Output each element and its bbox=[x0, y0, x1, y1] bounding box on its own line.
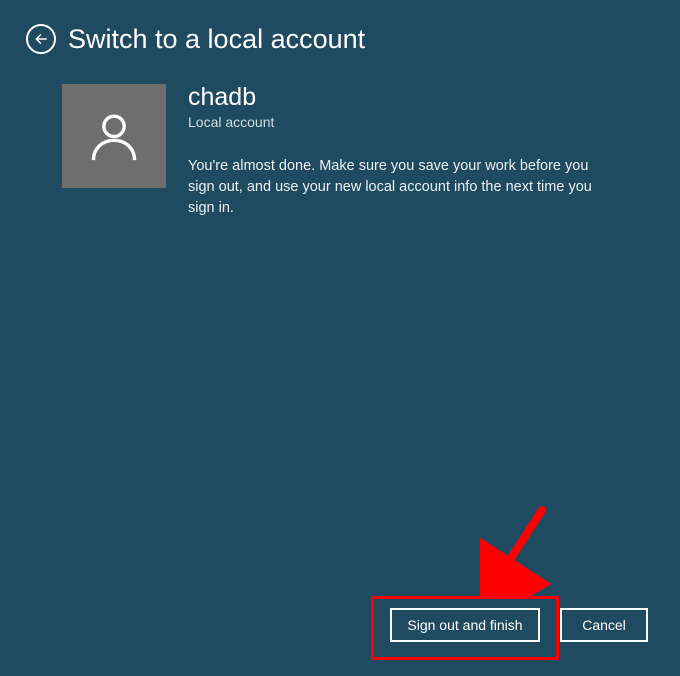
avatar bbox=[62, 84, 166, 188]
description-text: You're almost done. Make sure you save y… bbox=[188, 156, 618, 219]
annotation-arrow-icon bbox=[480, 498, 560, 598]
account-type-label: Local account bbox=[188, 114, 618, 130]
sign-out-finish-button[interactable]: Sign out and finish bbox=[390, 608, 540, 642]
page-title: Switch to a local account bbox=[68, 26, 365, 53]
back-button[interactable] bbox=[26, 24, 56, 54]
username: chadb bbox=[188, 84, 618, 112]
user-icon bbox=[85, 107, 143, 165]
cancel-button[interactable]: Cancel bbox=[560, 608, 648, 642]
back-arrow-icon bbox=[34, 32, 48, 46]
